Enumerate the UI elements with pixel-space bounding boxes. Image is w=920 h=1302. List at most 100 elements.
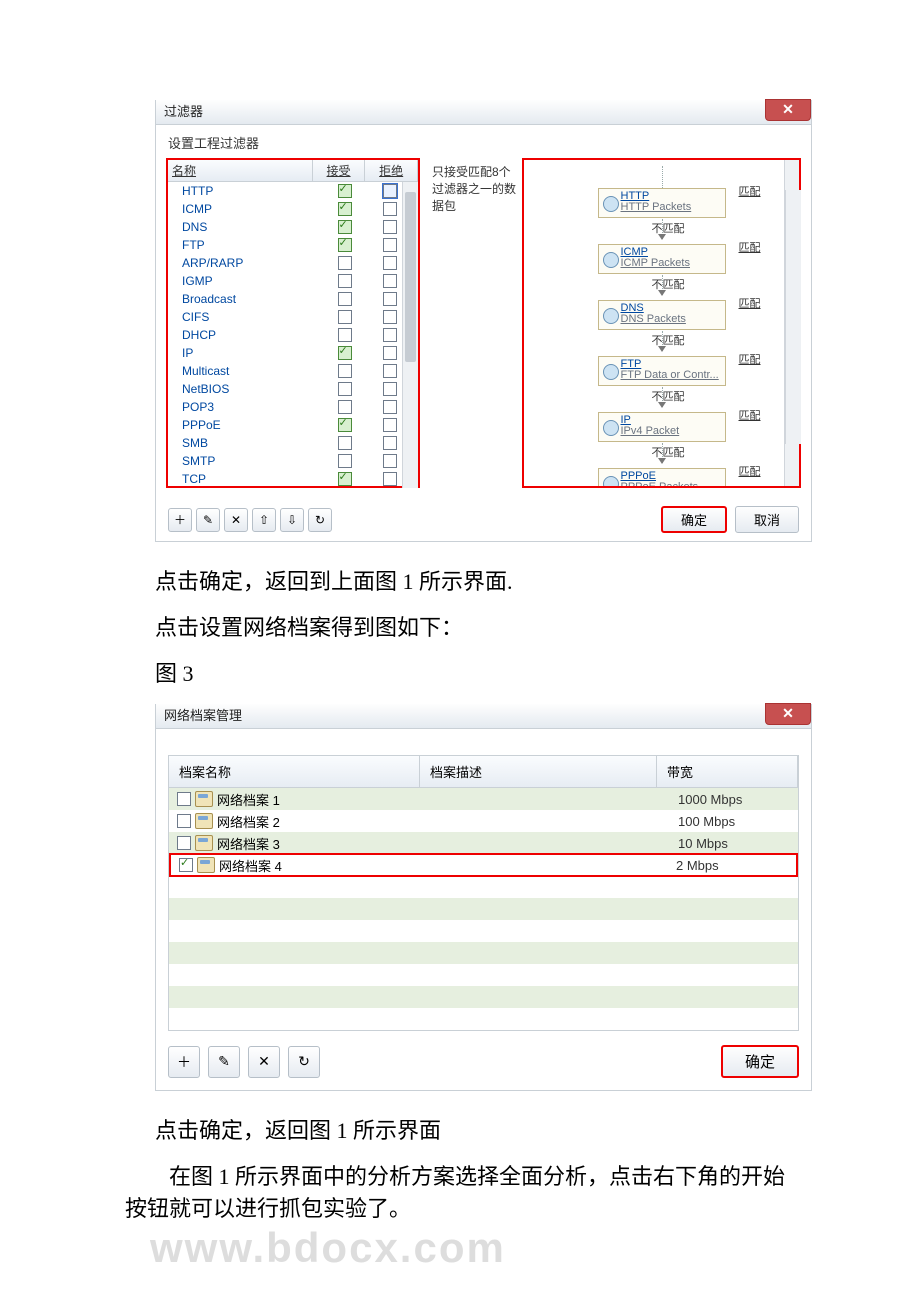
toolbar-button-5[interactable]: ↻ — [308, 508, 332, 532]
reject-checkbox[interactable] — [383, 238, 397, 252]
reject-checkbox[interactable] — [383, 310, 397, 324]
filter-row-dns[interactable]: DNS — [168, 218, 418, 236]
col-accept[interactable]: 接受 — [313, 160, 366, 181]
accept-checkbox[interactable] — [338, 184, 352, 198]
close-button[interactable]: ✕ — [765, 99, 811, 121]
col-bandwidth[interactable]: 带宽 — [657, 756, 798, 788]
filter-row-igmp[interactable]: IGMP — [168, 272, 418, 290]
profile-icon — [197, 857, 215, 873]
toolbar-button-3[interactable]: ↻ — [288, 1046, 320, 1078]
accept-checkbox[interactable] — [338, 364, 352, 378]
filter-row-pop3[interactable]: POP3 — [168, 398, 418, 416]
profile-row[interactable]: 网络档案 11000 Mbps — [169, 788, 798, 810]
accept-checkbox[interactable] — [338, 274, 352, 288]
toolbar-button-3[interactable]: ⇧ — [252, 508, 276, 532]
col-profile-desc[interactable]: 档案描述 — [420, 756, 657, 788]
flow-node-pppoe[interactable]: PPPoEPPPoE Packets匹配不匹配 — [598, 468, 726, 488]
filter-row-smb[interactable]: SMB — [168, 434, 418, 452]
accept-checkbox[interactable] — [338, 382, 352, 396]
flow-node-ip[interactable]: IPIPv4 Packet匹配不匹配 — [598, 412, 726, 442]
accept-checkbox[interactable] — [338, 220, 352, 234]
close-button[interactable]: ✕ — [765, 703, 811, 725]
toolbar-button-2[interactable]: ✕ — [224, 508, 248, 532]
profile-row[interactable]: 网络档案 310 Mbps — [169, 832, 798, 854]
reject-checkbox[interactable] — [383, 292, 397, 306]
reject-checkbox[interactable] — [383, 220, 397, 234]
dialog-scrollbar[interactable] — [785, 190, 801, 444]
toolbar-button-0[interactable]: ＋ — [168, 508, 192, 532]
filter-row-dhcp[interactable]: DHCP — [168, 326, 418, 344]
flow-node-subtitle: DNS Packets — [621, 313, 725, 325]
reject-checkbox[interactable] — [383, 454, 397, 468]
toolbar-button-0[interactable]: ＋ — [168, 1046, 200, 1078]
accept-checkbox[interactable] — [338, 346, 352, 360]
profile-row[interactable]: 网络档案 2100 Mbps — [169, 810, 798, 832]
accept-checkbox[interactable] — [338, 202, 352, 216]
reject-checkbox[interactable] — [383, 382, 397, 396]
dialog-title: 过滤器 — [164, 104, 203, 119]
filter-row-multicast[interactable]: Multicast — [168, 362, 418, 380]
toolbar-button-1[interactable]: ✎ — [208, 1046, 240, 1078]
profile-checkbox[interactable] — [177, 836, 191, 850]
dialog-title: 网络档案管理 — [164, 708, 242, 723]
col-name[interactable]: 名称 — [168, 160, 313, 181]
accept-checkbox[interactable] — [338, 310, 352, 324]
accept-checkbox[interactable] — [338, 400, 352, 414]
flow-node-dns[interactable]: DNSDNS Packets匹配不匹配 — [598, 300, 726, 330]
body-text: 点击确定，返回图 1 所示界面 — [155, 1115, 795, 1147]
nomatch-label: 不匹配 — [652, 220, 685, 236]
reject-checkbox[interactable] — [383, 400, 397, 414]
ok-button[interactable]: 确定 — [721, 1045, 799, 1078]
accept-checkbox[interactable] — [338, 328, 352, 342]
profile-checkbox[interactable] — [177, 792, 191, 806]
toolbar-button-2[interactable]: ✕ — [248, 1046, 280, 1078]
accept-checkbox[interactable] — [338, 292, 352, 306]
filter-row-tcp[interactable]: TCP — [168, 470, 418, 488]
toolbar-button-1[interactable]: ✎ — [196, 508, 220, 532]
reject-checkbox[interactable] — [383, 364, 397, 378]
filter-name: IGMP — [168, 274, 322, 288]
col-profile-name[interactable]: 档案名称 — [169, 756, 420, 788]
filter-name: TCP — [168, 472, 322, 486]
reject-checkbox[interactable] — [383, 346, 397, 360]
flow-node-icmp[interactable]: ICMPICMP Packets匹配不匹配 — [598, 244, 726, 274]
filter-row-broadcast[interactable]: Broadcast — [168, 290, 418, 308]
profile-checkbox[interactable] — [179, 858, 193, 872]
accept-checkbox[interactable] — [338, 418, 352, 432]
accept-checkbox[interactable] — [338, 436, 352, 450]
filter-row-ip[interactable]: IP — [168, 344, 418, 362]
dialog-titlebar[interactable]: 网络档案管理 ✕ — [156, 704, 811, 729]
profile-grid: 档案名称 档案描述 带宽 网络档案 11000 Mbps网络档案 2100 Mb… — [168, 755, 799, 1031]
toolbar-button-4[interactable]: ⇩ — [280, 508, 304, 532]
cancel-button[interactable]: 取消 — [735, 506, 799, 533]
filter-row-ftp[interactable]: FTP — [168, 236, 418, 254]
filter-row-pppoe[interactable]: PPPoE — [168, 416, 418, 434]
accept-checkbox[interactable] — [338, 256, 352, 270]
accept-checkbox[interactable] — [338, 238, 352, 252]
filter-row-arp/rarp[interactable]: ARP/RARP — [168, 254, 418, 272]
reject-checkbox[interactable] — [383, 328, 397, 342]
reject-checkbox[interactable] — [383, 256, 397, 270]
accept-checkbox[interactable] — [338, 472, 352, 486]
ok-button[interactable]: 确定 — [661, 506, 727, 533]
reject-checkbox[interactable] — [383, 202, 397, 216]
col-reject[interactable]: 拒绝 — [365, 160, 418, 181]
filter-list-header: 名称 接受 拒绝 — [168, 160, 418, 182]
filter-row-cifs[interactable]: CIFS — [168, 308, 418, 326]
profile-row[interactable]: 网络档案 42 Mbps — [169, 853, 798, 877]
reject-checkbox[interactable] — [383, 274, 397, 288]
reject-checkbox[interactable] — [383, 184, 397, 198]
accept-checkbox[interactable] — [338, 454, 352, 468]
filter-row-smtp[interactable]: SMTP — [168, 452, 418, 470]
flow-node-ftp[interactable]: FTPFTP Data or Contr...匹配不匹配 — [598, 356, 726, 386]
reject-checkbox[interactable] — [383, 436, 397, 450]
reject-checkbox[interactable] — [383, 472, 397, 486]
filter-row-icmp[interactable]: ICMP — [168, 200, 418, 218]
filter-row-http[interactable]: HTTP — [168, 182, 418, 200]
filter-list-scrollbar[interactable] — [402, 182, 418, 488]
reject-checkbox[interactable] — [383, 418, 397, 432]
dialog-titlebar[interactable]: 过滤器 ✕ — [156, 100, 811, 125]
profile-checkbox[interactable] — [177, 814, 191, 828]
flow-node-http[interactable]: HTTPHTTP Packets匹配不匹配 — [598, 188, 726, 218]
filter-row-netbios[interactable]: NetBIOS — [168, 380, 418, 398]
